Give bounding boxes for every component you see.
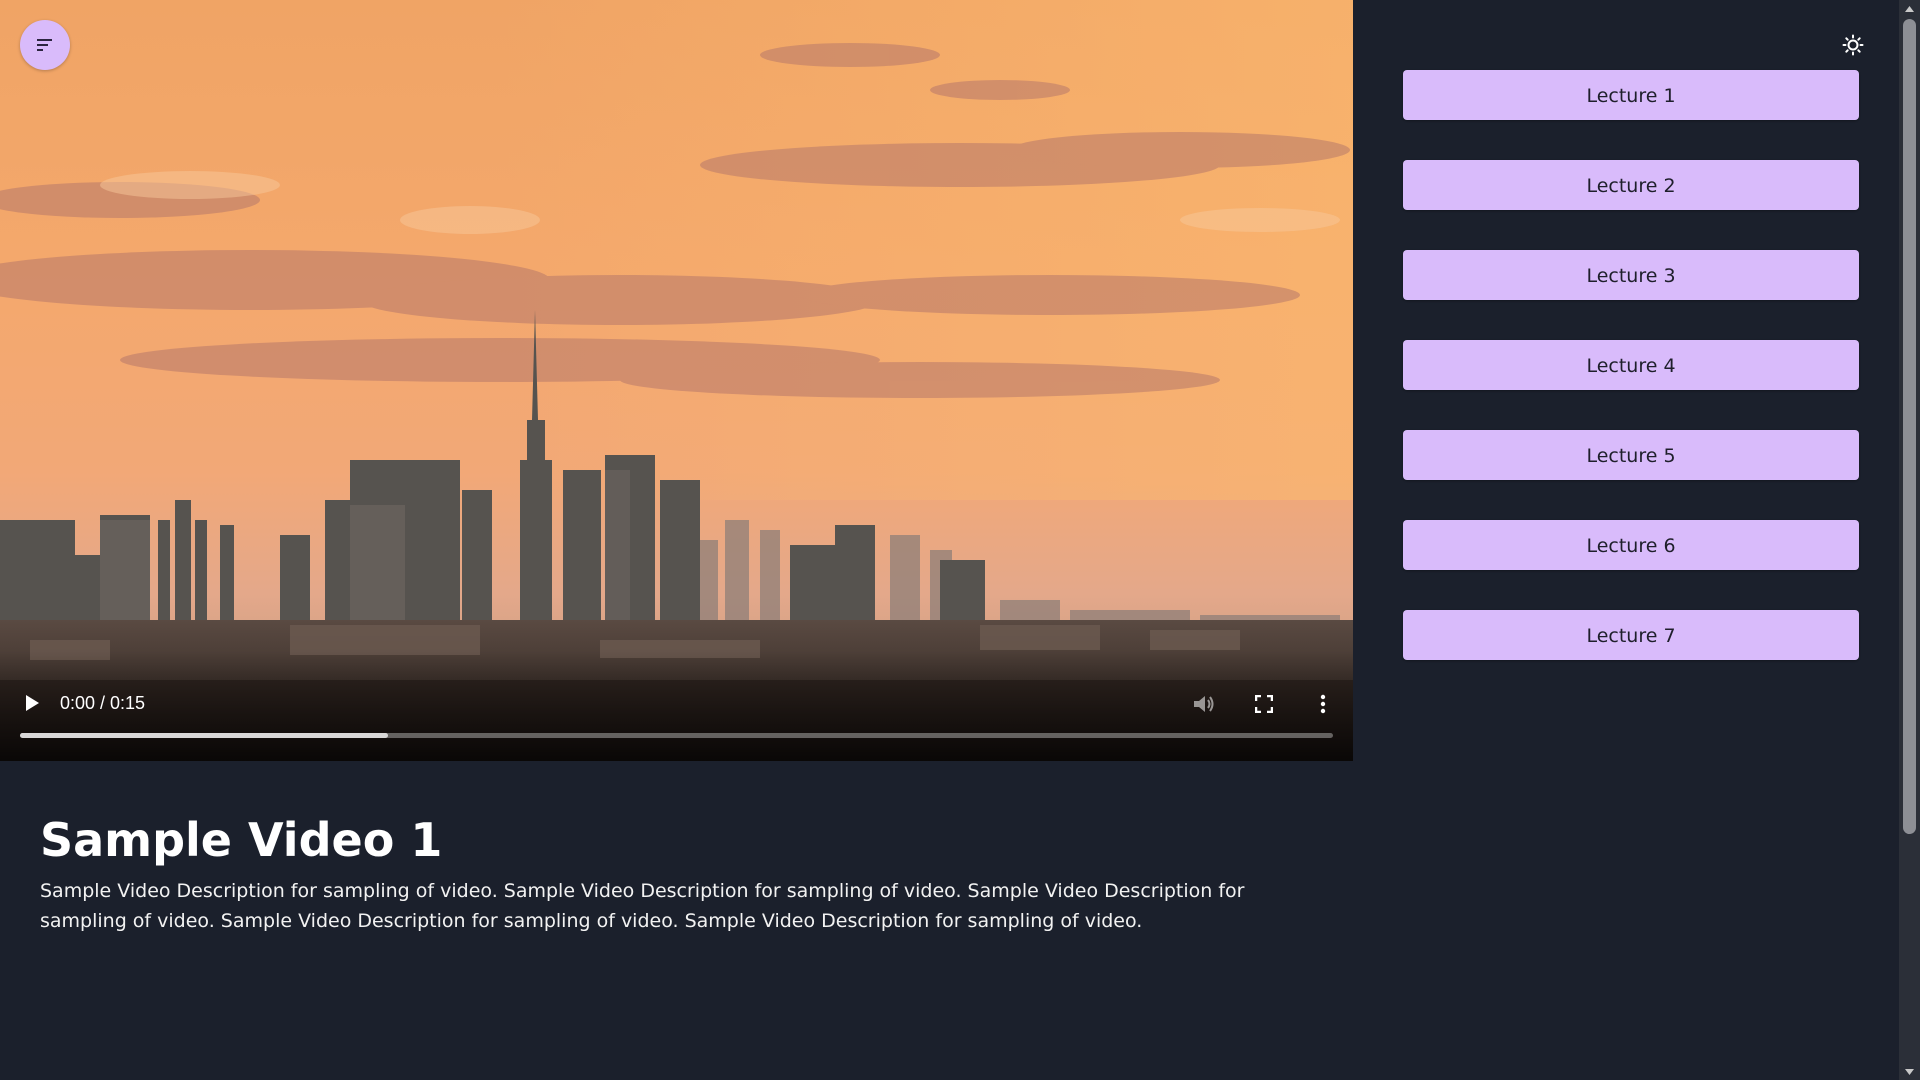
play-button[interactable]: [20, 691, 44, 715]
more-vertical-icon: [1320, 694, 1326, 714]
video-controls: 0:00 / 0:15: [0, 651, 1353, 761]
fullscreen-icon: [1255, 695, 1273, 713]
menu-button[interactable]: [20, 20, 70, 70]
lecture-button-5[interactable]: Lecture 5: [1403, 430, 1859, 480]
lecture-button-1[interactable]: Lecture 1: [1403, 70, 1859, 120]
volume-icon: [1194, 696, 1214, 712]
lecture-button-2[interactable]: Lecture 2: [1403, 160, 1859, 210]
scroll-up-button[interactable]: [1899, 0, 1920, 17]
video-description: Sample Video Description for sampling of…: [40, 880, 1245, 932]
scroll-thumb[interactable]: [1903, 19, 1916, 834]
caret-up-icon: [1905, 5, 1914, 12]
scroll-down-button[interactable]: [1899, 1063, 1920, 1080]
lecture-button-4[interactable]: Lecture 4: [1403, 340, 1859, 390]
fullscreen-button[interactable]: [1251, 691, 1277, 717]
theme-toggle-button[interactable]: [1840, 32, 1866, 58]
caret-down-icon: [1905, 1068, 1914, 1075]
video-frame: [0, 0, 1353, 761]
play-icon: [26, 695, 39, 711]
more-options-button[interactable]: [1311, 691, 1335, 717]
sort-lines-icon: [37, 39, 52, 51]
lecture-sidebar: Lecture 1 Lecture 2 Lecture 3 Lecture 4 …: [1353, 0, 1899, 1080]
page-scrollbar[interactable]: [1899, 0, 1920, 1080]
video-title: Sample Video 1: [40, 813, 443, 867]
lecture-button-6[interactable]: Lecture 6: [1403, 520, 1859, 570]
sun-icon: [1842, 34, 1864, 56]
lecture-button-7[interactable]: Lecture 7: [1403, 610, 1859, 660]
time-display: 0:00 / 0:15: [60, 693, 146, 713]
buffered-progress: [20, 733, 388, 738]
seek-bar[interactable]: [20, 733, 1333, 738]
video-info: Sample Video 1 Sample Video Description …: [40, 810, 1330, 936]
video-player[interactable]: 0:00 / 0:15: [0, 0, 1353, 761]
lecture-list: Lecture 1 Lecture 2 Lecture 3 Lecture 4 …: [1403, 70, 1859, 700]
lecture-button-3[interactable]: Lecture 3: [1403, 250, 1859, 300]
mute-button[interactable]: [1191, 691, 1217, 717]
page: 0:00 / 0:15 Sample Video 1 Sample Video …: [0, 0, 1920, 1080]
